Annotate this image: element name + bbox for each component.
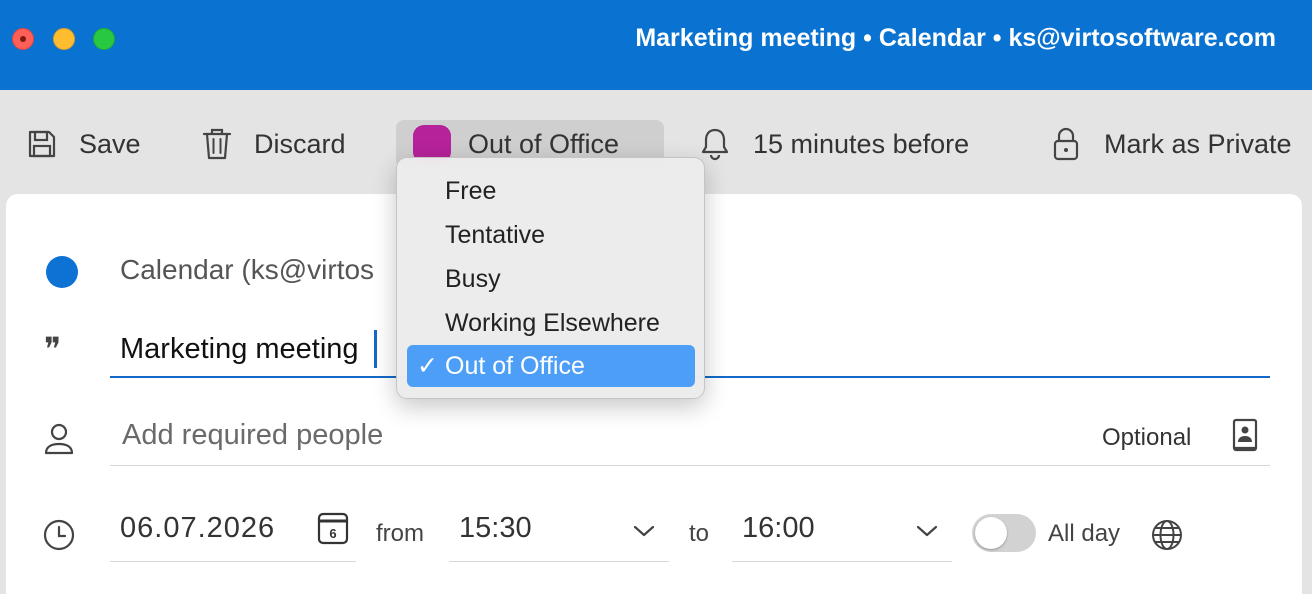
checkmark-icon: ✓ [417,352,438,380]
to-label: to [689,520,710,547]
calendar-color-dot [46,256,78,288]
all-day-label: All day [1048,520,1121,547]
menu-item-busy[interactable]: Busy [407,258,695,300]
zoom-window-button[interactable] [93,28,115,50]
menu-item-free[interactable]: Free [407,170,695,212]
toggle-knob [975,517,1007,549]
trash-icon [202,128,232,160]
required-people-input[interactable] [110,406,1270,466]
menu-item-label: Busy [445,264,501,293]
menu-item-out-of-office[interactable]: ✓ Out of Office [407,345,695,387]
lock-icon [1053,127,1079,161]
title-bar: Marketing meeting • Calendar • ks@virtos… [0,0,1312,90]
address-book-icon[interactable] [1232,418,1258,452]
text-caret [374,330,377,368]
end-time-select[interactable]: 16:00 [732,502,952,562]
save-label: Save [79,128,141,159]
date-value: 06.07.2026 [120,512,276,544]
reminder-label: 15 minutes before [753,128,970,159]
chevron-down-icon [916,525,938,537]
discard-button[interactable]: Discard [202,120,346,168]
globe-icon[interactable] [1150,518,1184,552]
menu-item-label: Working Elsewhere [445,308,660,337]
chevron-down-icon [633,525,655,537]
start-time-value: 15:30 [459,512,532,544]
person-icon [44,423,74,455]
menu-item-label: Free [445,176,497,205]
close-window-button[interactable] [12,28,34,50]
all-day-toggle[interactable] [972,514,1036,552]
quote-icon: ❞ [44,330,62,368]
bell-icon [701,128,729,161]
menu-item-label: Out of Office [445,351,585,380]
window-title: Marketing meeting • Calendar • ks@virtos… [635,24,1276,52]
date-field[interactable]: 06.07.2026 6 [110,502,356,562]
save-icon [28,130,56,158]
show-as-menu: Free Tentative Busy Working Elsewhere ✓ … [396,157,705,399]
menu-item-working-elsewhere[interactable]: Working Elsewhere [407,302,695,344]
start-time-select[interactable]: 15:30 [449,502,669,562]
reminder-button[interactable]: 15 minutes before [700,120,969,168]
end-time-value: 16:00 [742,512,815,544]
show-as-label: Out of Office [468,128,620,159]
from-label: from [376,520,424,547]
mark-private-button[interactable]: Mark as Private [1052,120,1292,168]
minimize-window-button[interactable] [53,28,75,50]
mark-private-label: Mark as Private [1104,128,1292,159]
calendar-icon-day: 6 [329,526,336,541]
calendar-selector[interactable]: Calendar (ks@virtos [120,254,374,286]
save-button[interactable]: Save [26,120,141,168]
menu-item-label: Tentative [445,220,546,249]
menu-item-tentative[interactable]: Tentative [407,214,695,256]
calendar-icon[interactable]: 6 [316,510,350,546]
optional-attendees-link[interactable]: Optional [1102,424,1191,452]
discard-label: Discard [254,128,346,159]
clock-icon [43,519,75,551]
